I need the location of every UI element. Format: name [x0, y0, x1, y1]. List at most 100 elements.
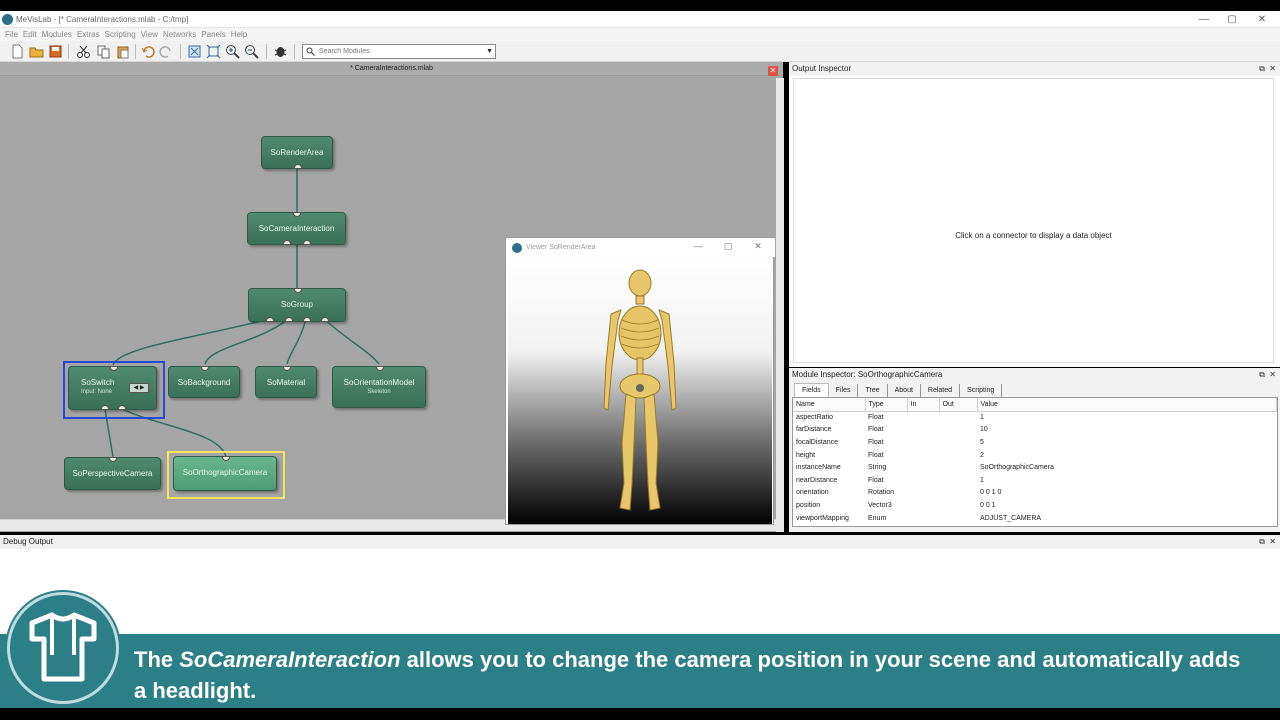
- panel-title: Debug Output: [3, 537, 53, 546]
- paste-icon[interactable]: [116, 44, 131, 59]
- output-port[interactable]: [266, 317, 274, 322]
- module-so-perspective-camera[interactable]: SoPerspectiveCamera: [64, 457, 161, 490]
- table-row[interactable]: viewportMapping Enum ADJUST_CAMERA: [793, 512, 1277, 525]
- search-modules-box[interactable]: ▼: [302, 44, 496, 59]
- render-canvas[interactable]: [508, 258, 772, 524]
- field-value[interactable]: 0 0 1 0: [977, 487, 1277, 500]
- new-file-icon[interactable]: [10, 44, 25, 59]
- input-port[interactable]: [294, 288, 302, 293]
- panel-controls[interactable]: ⧉ ✕: [1259, 368, 1276, 382]
- zoom-in-icon[interactable]: [225, 44, 240, 59]
- field-out: [939, 474, 977, 487]
- column-header-type[interactable]: Type: [865, 398, 908, 412]
- input-port[interactable]: [201, 366, 209, 371]
- table-row[interactable]: height Float 2: [793, 449, 1277, 462]
- table-row[interactable]: focalDistance Float 5: [793, 436, 1277, 449]
- table-row[interactable]: nearDistance Float 1: [793, 474, 1277, 487]
- window-titlebar: MeVisLab - [* CameraInteractions.mlab - …: [0, 11, 1280, 28]
- maximize-button[interactable]: ▢: [718, 241, 738, 253]
- undo-icon[interactable]: [140, 44, 155, 59]
- close-button[interactable]: ✕: [1250, 13, 1274, 27]
- output-port[interactable]: [283, 240, 291, 245]
- fit-view-icon[interactable]: [187, 44, 202, 59]
- table-row[interactable]: instanceName String SoOrthographicCamera: [793, 461, 1277, 474]
- fit-selection-icon[interactable]: [206, 44, 221, 59]
- copy-icon[interactable]: [96, 44, 111, 59]
- input-port[interactable]: [109, 457, 117, 462]
- field-value[interactable]: ADJUST_CAMERA: [977, 512, 1277, 525]
- field-value[interactable]: 1: [977, 474, 1277, 487]
- cut-icon[interactable]: [76, 44, 91, 59]
- menu-networks[interactable]: Networks: [163, 28, 196, 41]
- column-header-in[interactable]: In: [907, 398, 940, 412]
- search-modules-input[interactable]: [319, 46, 479, 57]
- top-letterbox: [0, 0, 1280, 11]
- field-value[interactable]: SoOrthographicCamera: [977, 461, 1277, 474]
- field-value[interactable]: 2: [977, 449, 1277, 462]
- menu-extras[interactable]: Extras: [77, 28, 100, 41]
- panel-controls[interactable]: ⧉ ✕: [1259, 535, 1276, 549]
- input-port[interactable]: [283, 366, 291, 371]
- redo-icon[interactable]: [159, 44, 174, 59]
- field-value[interactable]: 5: [977, 436, 1277, 449]
- module-so-material[interactable]: SoMaterial: [255, 366, 317, 398]
- field-value[interactable]: 10: [977, 424, 1277, 437]
- output-port[interactable]: [303, 317, 311, 322]
- field-out: [939, 436, 977, 449]
- menu-edit[interactable]: Edit: [23, 28, 37, 41]
- table-row[interactable]: farDistance Float 10: [793, 424, 1277, 437]
- menu-panels[interactable]: Panels: [201, 28, 225, 41]
- field-value[interactable]: 1: [977, 411, 1277, 424]
- output-port[interactable]: [294, 164, 302, 169]
- output-port[interactable]: [303, 240, 311, 245]
- menu-scripting[interactable]: Scripting: [105, 28, 136, 41]
- field-name: height: [796, 451, 816, 459]
- tab-tree[interactable]: Tree: [858, 384, 888, 397]
- tab-files[interactable]: Files: [829, 384, 859, 397]
- module-so-group[interactable]: SoGroup: [248, 288, 346, 322]
- module-so-background[interactable]: SoBackground: [168, 366, 240, 398]
- close-button[interactable]: ✕: [748, 241, 768, 253]
- field-in: [907, 487, 939, 500]
- column-header-out[interactable]: Out: [939, 398, 978, 412]
- output-port[interactable]: [285, 317, 293, 322]
- maximize-button[interactable]: ▢: [1220, 13, 1244, 27]
- output-port[interactable]: [321, 317, 329, 322]
- menu-view[interactable]: View: [141, 28, 158, 41]
- viewer-titlebar[interactable]: Viewer SoRenderArea — ▢ ✕: [506, 238, 775, 257]
- field-out: [939, 499, 977, 512]
- module-inspector-panel: Module Inspector: SoOrthographicCamera ⧉…: [789, 368, 1280, 532]
- chevron-down-icon[interactable]: ▼: [486, 45, 493, 58]
- column-header-value[interactable]: Value: [977, 398, 1277, 412]
- input-port[interactable]: [376, 366, 384, 371]
- field-in: [907, 461, 939, 474]
- module-so-camera-interaction[interactable]: SoCameraInteraction: [247, 212, 346, 245]
- field-name: orientation: [796, 489, 829, 497]
- field-type: Rotation: [868, 489, 895, 497]
- input-port[interactable]: [293, 212, 301, 217]
- field-value[interactable]: 0 0 1: [977, 499, 1277, 512]
- tab-related[interactable]: Related: [921, 384, 961, 397]
- zoom-out-icon[interactable]: [244, 44, 259, 59]
- debug-bug-icon[interactable]: [273, 44, 288, 59]
- save-icon[interactable]: [48, 44, 63, 59]
- menu-modules[interactable]: Modules: [42, 28, 72, 41]
- column-header-name[interactable]: Name: [793, 398, 866, 412]
- panel-controls[interactable]: ⧉ ✕: [1259, 62, 1276, 76]
- minimize-button[interactable]: —: [688, 241, 708, 253]
- tab-fields[interactable]: Fields: [794, 383, 829, 397]
- tab-scripting[interactable]: Scripting: [960, 384, 1003, 397]
- caption-banner: The SoCameraInteraction allows you to ch…: [0, 634, 1280, 708]
- tab-about[interactable]: About: [888, 384, 921, 397]
- minimize-button[interactable]: —: [1192, 13, 1216, 27]
- table-row[interactable]: position Vector3 0 0 1: [793, 499, 1277, 512]
- menu-help[interactable]: Help: [231, 28, 247, 41]
- module-so-render-area[interactable]: SoRenderArea: [261, 136, 333, 169]
- module-label: SoCameraInteraction: [258, 224, 335, 233]
- viewer-window[interactable]: Viewer SoRenderArea — ▢ ✕: [505, 237, 775, 525]
- open-folder-icon[interactable]: [29, 44, 44, 59]
- module-so-orientation-model[interactable]: SoOrientationModel Skeleton: [332, 366, 426, 408]
- table-row[interactable]: aspectRatio Float 1: [793, 411, 1277, 424]
- menu-file[interactable]: File: [5, 28, 18, 41]
- table-row[interactable]: orientation Rotation 0 0 1 0: [793, 487, 1277, 500]
